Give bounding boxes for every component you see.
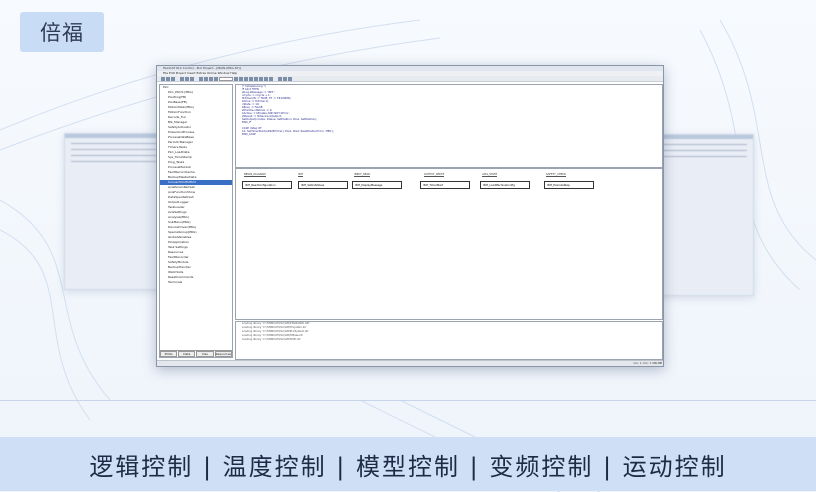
copy-icon[interactable] (185, 77, 189, 81)
cut-icon[interactable] (180, 77, 184, 81)
diagram-block[interactable]: INIT_ReadConfiguration (242, 181, 292, 189)
comment-icon[interactable] (259, 77, 263, 81)
toolbar-separator (195, 77, 198, 81)
toolbar-separator (176, 77, 179, 81)
diagram-block[interactable]: INIT_LoadMachineConfig (480, 181, 530, 189)
return-icon[interactable] (254, 77, 258, 81)
tab-visu[interactable]: Visu (196, 351, 214, 357)
tree-item[interactable]: Terminals (160, 280, 232, 285)
save-icon[interactable] (171, 77, 175, 81)
run-icon[interactable] (209, 77, 213, 81)
twincat-window: TwinCAT PLC Control - PLC Project - [MAI… (156, 65, 664, 367)
tagline-banner: 逻辑控制 | 温度控制 | 模型控制 | 变频控制 | 运动控制 (0, 437, 816, 491)
diagram-header: AXIS_STATE (482, 173, 498, 177)
pou-tree: PLC PLC_POUS (PRG) PouProg(FB) PouBase(FB) M… (159, 84, 233, 358)
diagram-header: OUTPUT_WRITE (424, 173, 445, 177)
diagram-header: INPUT_READ (354, 173, 371, 177)
output-lines: Loading library 'C:\TWINCAT\PLC\LIB\STAN… (236, 322, 662, 342)
message-output: Loading library 'C:\TWINCAT\PLC\LIB\STAN… (235, 321, 663, 360)
diagram-block[interactable]: INIT_DisplayMessage (352, 181, 402, 189)
status-text: Lin.: 1, Col.: 1 ONLINE (633, 362, 663, 365)
divider (0, 400, 816, 401)
diagram-block[interactable]: INIT_TimerStart (420, 181, 470, 189)
input-icon[interactable] (264, 77, 268, 81)
diagram-block[interactable]: INIT_ExecuteStep (544, 181, 594, 189)
reset-icon[interactable] (288, 77, 292, 81)
diagram-header: SAFETY_CHECK (546, 173, 566, 177)
coil-icon[interactable] (244, 77, 248, 81)
toolbar (157, 76, 663, 82)
code-line: END_CASE (242, 133, 256, 136)
box-icon[interactable] (234, 77, 238, 81)
code-lines: (* Initialisierung *) IF bInit THEN stLog… (236, 85, 662, 136)
negate-icon[interactable] (278, 77, 282, 81)
tree-tabs: POUs Data types Visu Resources (160, 350, 232, 357)
brand-label: 倍福 (40, 21, 84, 45)
paste-icon[interactable] (190, 77, 194, 81)
open-icon[interactable] (166, 77, 170, 81)
logout-icon[interactable] (204, 77, 208, 81)
login-icon[interactable] (199, 77, 203, 81)
jump-icon[interactable] (249, 77, 253, 81)
tab-pous[interactable]: POUs (160, 351, 178, 357)
tab-data-types[interactable]: Data types (178, 351, 196, 357)
pou-tree-list: PLC PLC_POUS (PRG) PouProg(FB) PouBase(FB) M… (160, 85, 232, 285)
output-line: Loading library 'C:\TWINCAT\PLC\LIB\TcMC… (242, 338, 301, 341)
set-icon[interactable] (283, 77, 287, 81)
diagram-header: INIT (298, 173, 304, 177)
diagram-block[interactable]: INIT_SetInitValues (298, 181, 348, 189)
new-icon[interactable] (161, 77, 165, 81)
output-icon[interactable] (269, 77, 273, 81)
declaration-editor[interactable]: (* Initialisierung *) IF bInit THEN stLog… (235, 84, 663, 168)
tab-resources[interactable]: Resources (214, 351, 232, 357)
stop-icon[interactable] (214, 77, 218, 81)
status-bar: Lin.: 1, Col.: 1 ONLINE (157, 360, 663, 366)
tagline-text: 逻辑控制 | 温度控制 | 模型控制 | 变频控制 | 运动控制 (89, 452, 727, 481)
zoom-select[interactable] (219, 77, 233, 81)
sfc-diagram[interactable]: BEGIN_DIAGRAM INIT INPUT_READ OUTPUT_WRITE A… (235, 168, 663, 320)
toolbar-separator (274, 77, 277, 81)
brand-badge: 倍福 (20, 12, 104, 52)
diagram-header: BEGIN_DIAGRAM (244, 173, 266, 177)
contact-icon[interactable] (239, 77, 243, 81)
